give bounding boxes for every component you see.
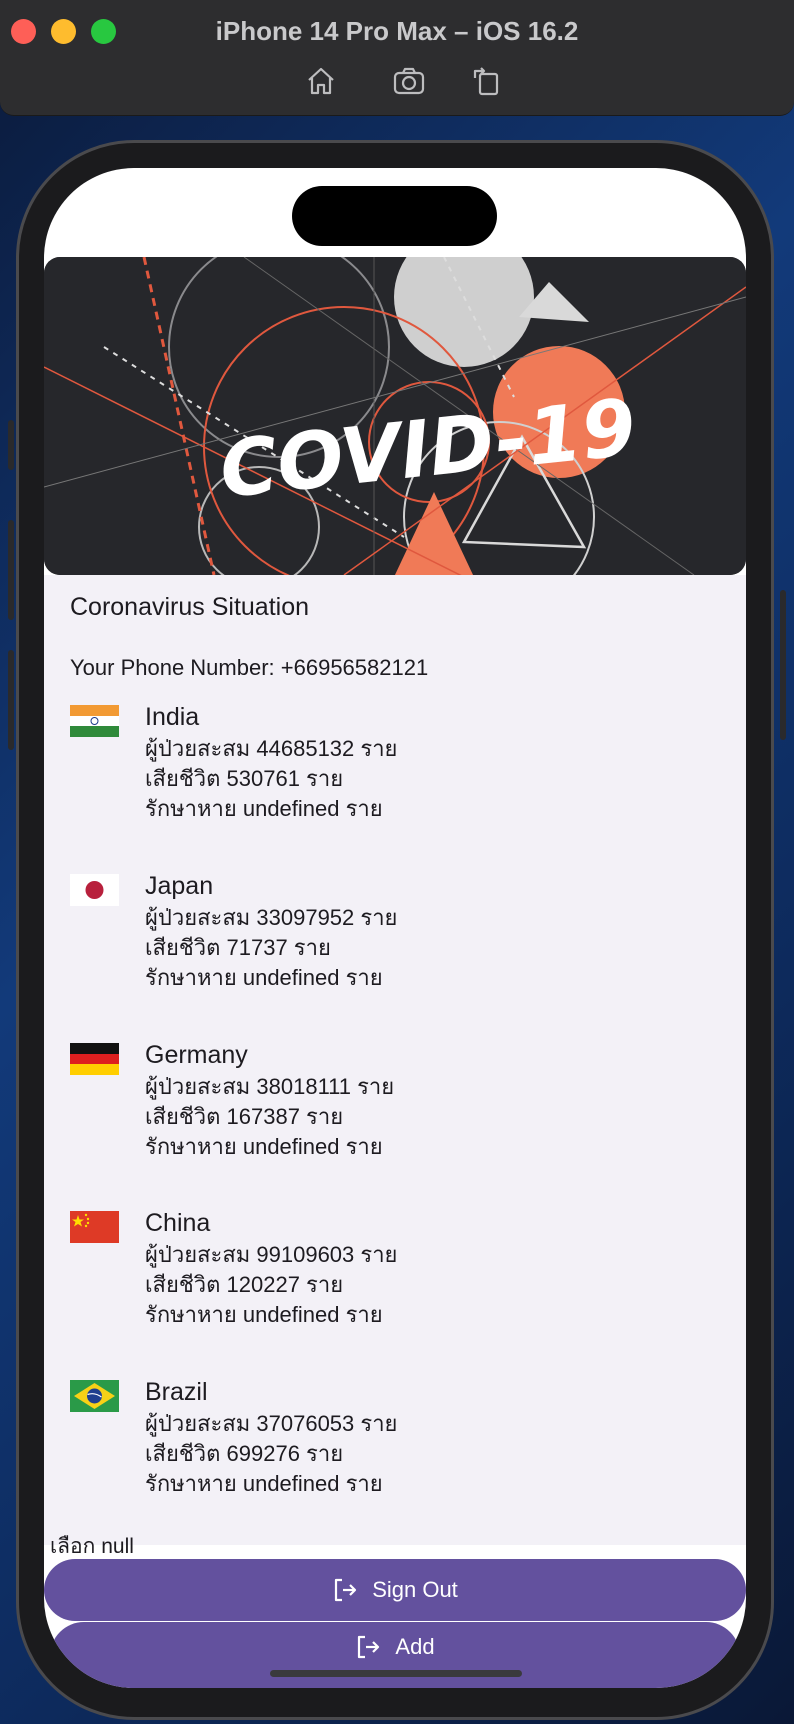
content-area: Coronavirus Situation Your Phone Number:… (44, 575, 746, 1545)
logout-icon (358, 1635, 380, 1659)
phone-number-text: Your Phone Number: +66956582121 (70, 655, 429, 680)
country-item-china[interactable]: China ผู้ป่วยสะสม 99109603 ราย เสียชีวิต… (70, 1209, 720, 1359)
country-name: Germany (145, 1041, 248, 1069)
volume-up-button (8, 520, 14, 620)
logout-icon (335, 1578, 357, 1602)
simulator-toolbar (0, 64, 794, 98)
section-title: Coronavirus Situation (70, 593, 310, 621)
brazil-flag-icon (70, 1380, 119, 1412)
sign-out-label: Sign Out (372, 1577, 458, 1602)
phone-screen: COVID-19 Coronavirus Situation Your Phon… (44, 168, 746, 1688)
india-flag-icon (70, 705, 119, 737)
country-name: India (145, 703, 200, 731)
recovered-text: รักษาหาย undefined ราย (145, 1302, 383, 1327)
rotate-icon[interactable] (470, 64, 504, 98)
side-button (780, 590, 786, 740)
japan-flag-icon (70, 874, 119, 906)
screenshot-icon[interactable] (392, 64, 426, 98)
china-flag-icon (70, 1211, 119, 1243)
home-indicator[interactable] (270, 1670, 522, 1677)
recovered-text: รักษาหาย undefined ราย (145, 965, 383, 990)
germany-flag-icon (70, 1043, 119, 1075)
country-name: Brazil (145, 1378, 208, 1406)
country-item-japan[interactable]: Japan ผู้ป่วยสะสม 33097952 ราย เสียชีวิต… (70, 872, 720, 1022)
simulator-title: iPhone 14 Pro Max – iOS 16.2 (215, 16, 579, 46)
country-name: China (145, 1209, 211, 1237)
country-item-india[interactable]: India ผู้ป่วยสะสม 44685132 ราย เสียชีวิต… (70, 703, 720, 853)
home-icon[interactable] (304, 64, 338, 98)
mute-switch (8, 420, 14, 470)
recovered-text: รักษาหาย undefined ราย (145, 1471, 383, 1496)
country-name: Japan (145, 872, 214, 900)
simulator-title-bar: iPhone 14 Pro Max – iOS 16.2 (0, 0, 794, 116)
covid-hero-image: COVID-19 (44, 257, 746, 575)
recovered-text: รักษาหาย undefined ราย (145, 1134, 383, 1159)
country-item-brazil[interactable]: Brazil ผู้ป่วยสะสม 37076053 ราย เสียชีวิ… (70, 1378, 720, 1528)
add-label: Add (395, 1634, 435, 1659)
sign-out-button[interactable]: Sign Out (44, 1559, 746, 1621)
add-button[interactable]: Add (50, 1622, 740, 1688)
volume-down-button (8, 650, 14, 750)
country-item-germany[interactable]: Germany ผู้ป่วยสะสม 38018111 ราย เสียชีว… (70, 1041, 720, 1191)
dynamic-island (292, 186, 497, 246)
recovered-text: รักษาหาย undefined ราย (145, 796, 383, 821)
